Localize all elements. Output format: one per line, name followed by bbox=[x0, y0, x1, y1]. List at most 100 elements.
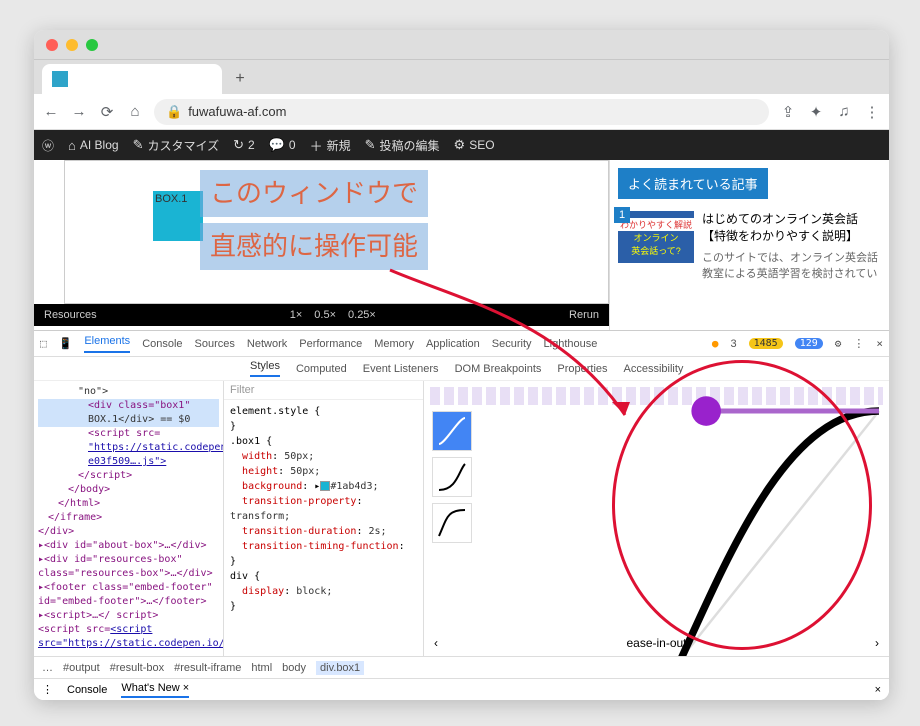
breadcrumb: … #output #result-box #result-iframe htm… bbox=[34, 656, 889, 678]
preset-2[interactable] bbox=[432, 457, 472, 497]
rank-badge: 1 bbox=[614, 207, 630, 223]
lock-icon: 🔒 bbox=[166, 104, 182, 120]
subtab-a11y[interactable]: Accessibility bbox=[624, 363, 684, 375]
zoom-controls: 1× 0.5× 0.25× bbox=[290, 309, 376, 321]
crumb-current[interactable]: div.box1 bbox=[316, 661, 364, 675]
tab-memory[interactable]: Memory bbox=[374, 338, 414, 350]
tab-performance[interactable]: Performance bbox=[299, 338, 362, 350]
wp-new[interactable]: ＋新規 bbox=[310, 136, 351, 155]
crumb[interactable]: #output bbox=[63, 662, 100, 674]
sidebar-title: はじめてのオンライン英会話【特徴をわかりやすく説明】 bbox=[702, 211, 881, 245]
browser-tab[interactable] bbox=[42, 64, 222, 94]
wp-seo[interactable]: ⚙SEO bbox=[454, 137, 495, 153]
home-button[interactable]: ⌂ bbox=[126, 103, 144, 121]
crumb[interactable]: html bbox=[251, 662, 272, 674]
wp-home[interactable]: ⌂AI Blog bbox=[68, 138, 119, 153]
zoom-1x[interactable]: 1× bbox=[290, 309, 303, 321]
wp-logo[interactable]: ⓦ bbox=[42, 137, 54, 154]
url-box[interactable]: 🔒 fuwafuwa-af.com bbox=[154, 99, 769, 125]
subtab-styles[interactable]: Styles bbox=[250, 360, 280, 377]
bezier-label: ease-in-out bbox=[626, 636, 686, 650]
sidebar-thumb: 1 わかりやすく解説 オンライン 英会話って? bbox=[618, 211, 694, 263]
bezier-preview-strip bbox=[430, 387, 883, 405]
bezier-presets bbox=[432, 411, 472, 543]
filter-input[interactable]: Filter bbox=[224, 381, 423, 400]
devtools-body: "no"> <div class="box1" BOX.1</div> == $… bbox=[34, 381, 889, 656]
dom-tree[interactable]: "no"> <div class="box1" BOX.1</div> == $… bbox=[34, 381, 224, 656]
drawer-close[interactable]: × bbox=[875, 684, 881, 696]
wp-updates[interactable]: ↻2 bbox=[233, 137, 255, 153]
close-devtools[interactable]: × bbox=[876, 337, 883, 350]
crumb[interactable]: … bbox=[42, 662, 53, 674]
crumb[interactable]: body bbox=[282, 662, 306, 674]
settings-icon[interactable]: ⚙ bbox=[835, 337, 842, 350]
drawer-tabs: ⋮ Console What's New × × bbox=[34, 678, 889, 700]
tab-console[interactable]: Console bbox=[142, 338, 182, 350]
wp-comments[interactable]: 💬0 bbox=[269, 137, 296, 153]
browser-window: + ← → ⟳ ⌂ 🔒 fuwafuwa-af.com ⇪ ✦ ♫ ⋮ ⓦ ⌂A… bbox=[34, 30, 889, 700]
rerun-button[interactable]: Rerun bbox=[569, 309, 599, 321]
tab-application[interactable]: Application bbox=[426, 338, 480, 350]
tab-security[interactable]: Security bbox=[492, 338, 532, 350]
device-icon[interactable]: 📱 bbox=[59, 337, 73, 350]
zoom-025x[interactable]: 0.25× bbox=[348, 309, 376, 321]
warn-count[interactable]: 3 bbox=[730, 338, 736, 350]
subtab-computed[interactable]: Computed bbox=[296, 363, 347, 375]
favicon bbox=[52, 71, 68, 87]
more-icon[interactable]: ⋮ bbox=[853, 337, 864, 350]
styles-pane[interactable]: Filter element.style { } .box1 { width: … bbox=[224, 381, 424, 656]
preview-footer: Resources 1× 0.5× 0.25× Rerun bbox=[34, 304, 609, 326]
bezier-selector: ‹ ease-in-out › bbox=[424, 636, 889, 650]
subtab-listeners[interactable]: Event Listeners bbox=[363, 363, 439, 375]
minimize-window[interactable] bbox=[66, 39, 78, 51]
extensions-icon[interactable]: ✦ bbox=[807, 103, 825, 121]
tab-strip: + bbox=[34, 60, 889, 94]
sidebar-heading: よく読まれている記事 bbox=[618, 168, 768, 199]
next-preset[interactable]: › bbox=[875, 636, 879, 650]
prev-preset[interactable]: ‹ bbox=[434, 636, 438, 650]
codepen-preview: BOX.1 bbox=[64, 160, 609, 304]
tab-elements[interactable]: Elements bbox=[84, 335, 130, 353]
sidebar-desc: このサイトでは、オンライン英会話教室による英語学習を検討されてい bbox=[702, 249, 881, 281]
forward-button[interactable]: → bbox=[70, 103, 88, 121]
inspect-icon[interactable]: ⬚ bbox=[40, 337, 47, 350]
box1: BOX.1 bbox=[153, 191, 203, 241]
tab-sources[interactable]: Sources bbox=[195, 338, 235, 350]
sidebar-item[interactable]: 1 わかりやすく解説 オンライン 英会話って? はじめてのオンライン英会話【特徴… bbox=[618, 211, 881, 281]
share-icon[interactable]: ⇪ bbox=[779, 103, 797, 121]
subtab-props[interactable]: Properties bbox=[557, 363, 607, 375]
styles-subtabs: Styles Computed Event Listeners DOM Brea… bbox=[34, 357, 889, 381]
new-tab-button[interactable]: + bbox=[228, 67, 252, 91]
preset-1[interactable] bbox=[432, 411, 472, 451]
resources-link[interactable]: Resources bbox=[44, 309, 97, 321]
preset-3[interactable] bbox=[432, 503, 472, 543]
crumb[interactable]: #result-box bbox=[110, 662, 164, 674]
music-icon[interactable]: ♫ bbox=[835, 103, 853, 121]
subtab-dombp[interactable]: DOM Breakpoints bbox=[455, 363, 542, 375]
titlebar bbox=[34, 30, 889, 60]
wp-customize[interactable]: ✎カスタマイズ bbox=[133, 137, 220, 154]
info-count[interactable]: 1485 bbox=[749, 338, 783, 349]
menu-button[interactable]: ⋮ bbox=[863, 103, 881, 121]
flag-count[interactable]: 129 bbox=[795, 338, 823, 349]
close-window[interactable] bbox=[46, 39, 58, 51]
zoom-05x[interactable]: 0.5× bbox=[314, 309, 336, 321]
maximize-window[interactable] bbox=[86, 39, 98, 51]
drawer-more[interactable]: ⋮ bbox=[42, 683, 53, 696]
bezier-graph[interactable] bbox=[484, 411, 879, 656]
tab-network[interactable]: Network bbox=[247, 338, 287, 350]
devtools: ⬚ 📱 Elements Console Sources Network Per… bbox=[34, 330, 889, 700]
drawer-console[interactable]: Console bbox=[67, 684, 107, 696]
color-swatch[interactable] bbox=[320, 481, 330, 491]
reload-button[interactable]: ⟳ bbox=[98, 103, 116, 121]
crumb[interactable]: #result-iframe bbox=[174, 662, 241, 674]
devtools-tabs: ⬚ 📱 Elements Console Sources Network Per… bbox=[34, 331, 889, 357]
wp-edit[interactable]: ✎投稿の編集 bbox=[365, 137, 440, 154]
url-text: fuwafuwa-af.com bbox=[188, 104, 286, 119]
back-button[interactable]: ← bbox=[42, 103, 60, 121]
tab-lighthouse[interactable]: Lighthouse bbox=[544, 338, 598, 350]
page-content: BOX.1 Resources 1× 0.5× 0.25× Rerun よく読ま… bbox=[34, 160, 889, 700]
address-bar: ← → ⟳ ⌂ 🔒 fuwafuwa-af.com ⇪ ✦ ♫ ⋮ bbox=[34, 94, 889, 130]
wordpress-admin-bar: ⓦ ⌂AI Blog ✎カスタマイズ ↻2 💬0 ＋新規 ✎投稿の編集 ⚙SEO bbox=[34, 130, 889, 160]
drawer-whatsnew[interactable]: What's New × bbox=[121, 682, 189, 698]
